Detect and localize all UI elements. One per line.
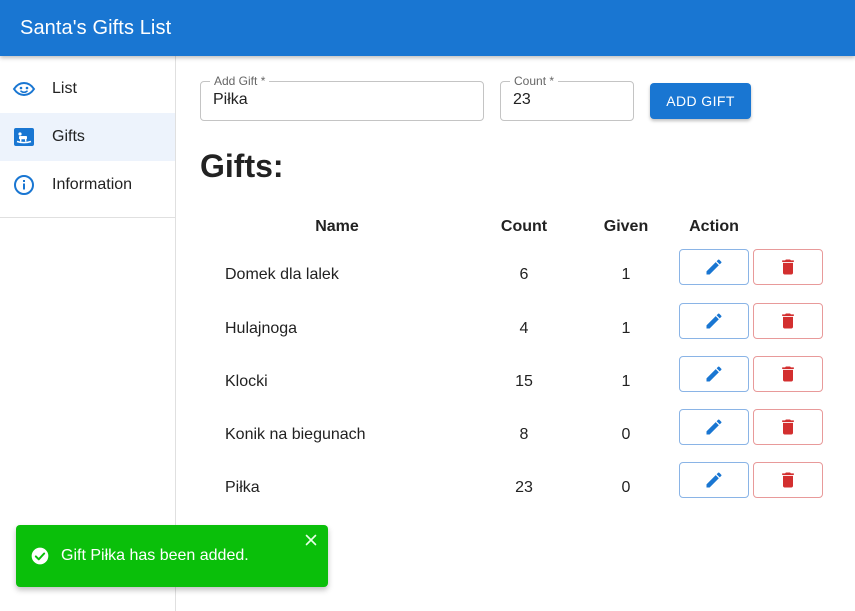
gift-given-cell: 0 [621,479,631,496]
gift-name-cell: Domek dla lalek [225,266,339,283]
gift-given-cell: 1 [621,320,631,337]
column-header-name: Name [315,218,359,235]
sidebar-item-label: Gifts [52,128,85,145]
close-icon[interactable] [304,533,318,547]
page-title: Gifts: [200,148,284,184]
sidebar-item-list[interactable]: List [0,65,175,113]
count-label: Count * [510,74,559,88]
trash-icon [782,366,794,382]
trash-icon [782,472,794,488]
edit-button[interactable] [679,303,749,339]
pencil-icon [706,366,722,382]
sidebar-item-information[interactable]: Information [0,161,175,209]
app-title: Santa's Gifts List [20,16,172,39]
gift-given-cell: 0 [621,426,631,443]
gift-count-cell: 4 [519,320,529,337]
trash-icon [782,313,794,329]
delete-button[interactable] [753,356,823,392]
delete-button[interactable] [753,303,823,339]
delete-button[interactable] [753,249,823,285]
gift-name-label: Add Gift * [210,74,270,88]
gift-count-cell: 8 [519,426,529,443]
gift-count-cell: 23 [515,479,533,496]
snackbar-message: Gift Piłka has been added. [61,547,249,564]
gift-given-cell: 1 [621,266,631,283]
add-gift-button[interactable]: ADD GIFT [650,83,751,119]
edit-button[interactable] [679,462,749,498]
pencil-icon [706,313,722,329]
gift-name-cell: Piłka [225,479,260,496]
sidebar-item-label: Information [52,176,133,193]
count-input[interactable] [513,91,621,109]
success-snackbar: Gift Piłka has been added. [16,525,328,587]
gift-name-cell: Hulajnoga [225,320,298,337]
app-bar: Santa's Gifts List [0,0,855,56]
column-header-count: Count [500,218,548,235]
edit-button[interactable] [679,249,749,285]
gift-name-cell: Klocki [225,373,268,390]
edit-button[interactable] [679,409,749,445]
sidebar-item-gifts[interactable]: Gifts [0,113,175,161]
check-circle-icon [30,546,50,566]
gift-count-cell: 6 [519,266,529,283]
column-header-action: Action [689,218,739,235]
gift-count-cell: 15 [515,373,533,390]
column-header-given: Given [603,218,649,235]
info-icon [12,173,36,197]
gift-name-input[interactable] [213,91,471,109]
sidebar-item-label: List [52,80,77,97]
sidebar-nav: List Gifts Information [0,56,175,209]
gift-given-cell: 1 [621,373,631,390]
table-row: Domek dla lalek 6 1 [200,249,840,302]
rocking-horse-icon [12,125,36,149]
gift-name-cell: Konik na biegunach [225,426,366,443]
trash-icon [782,259,794,275]
pencil-icon [706,419,722,435]
pencil-icon [706,472,722,488]
table-row: Hulajnoga 4 1 [200,303,840,356]
trash-icon [782,419,794,435]
edit-button[interactable] [679,356,749,392]
table-row: Klocki 15 1 [200,356,840,409]
face-icon [12,77,36,101]
delete-button[interactable] [753,462,823,498]
gift-name-field: Add Gift * [200,74,484,121]
sidebar-divider [0,217,175,218]
count-field: Count * [500,74,634,121]
delete-button[interactable] [753,409,823,445]
table-row: Piłka 23 0 [200,462,840,515]
pencil-icon [706,259,722,275]
table-row: Konik na biegunach 8 0 [200,409,840,462]
